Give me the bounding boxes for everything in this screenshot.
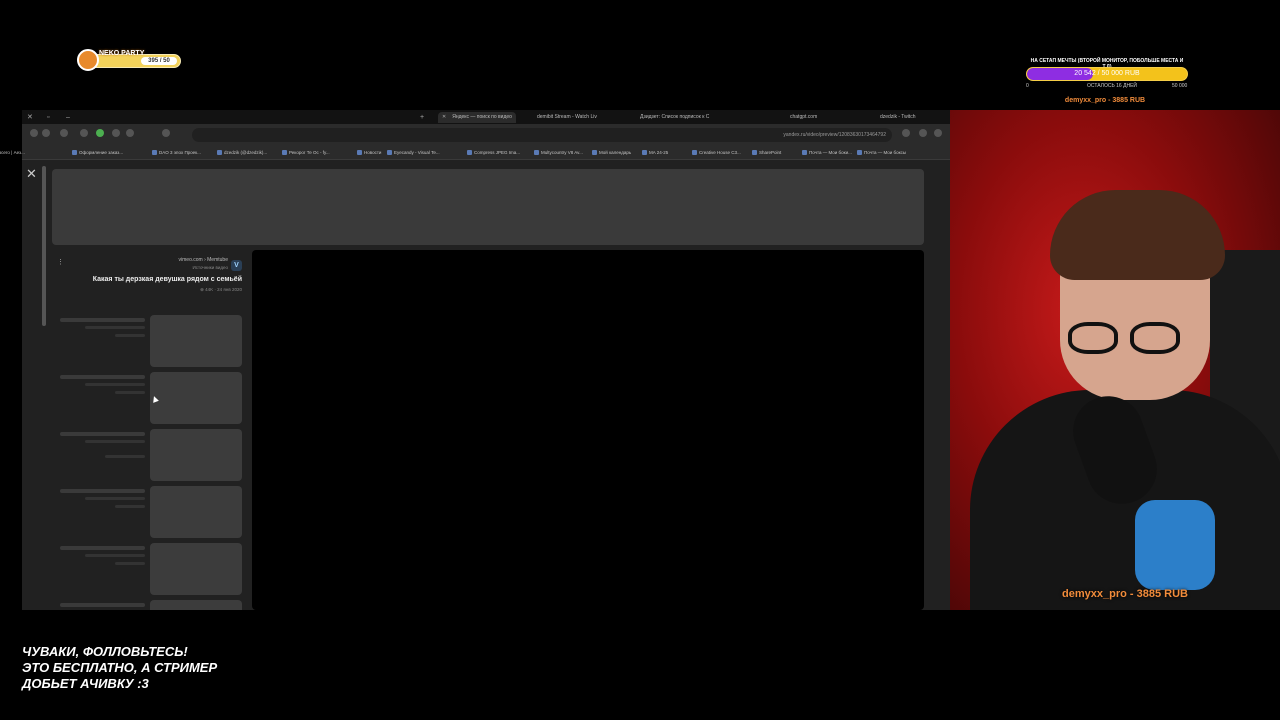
tab-stream[interactable]: demibit Stream - Watch Liv — [537, 112, 597, 123]
url-text: yandex.ru/video/preview/1208363017346479… — [783, 132, 886, 138]
tab-chatgpt[interactable]: chatgpt.com — [790, 112, 817, 123]
bookmarks-bar: Почта — Мои боксы Почта — Мои боки... Shar… — [0, 146, 950, 160]
related-thumbnail[interactable] — [150, 543, 242, 595]
bookmark-item[interactable]: Compress JPEG Ima... — [467, 146, 520, 159]
related-video[interactable] — [60, 429, 242, 481]
profile-icon[interactable] — [42, 129, 50, 137]
bookmark-item[interactable]: MA 24-25 — [642, 146, 668, 159]
webcam-feed — [950, 110, 1280, 610]
related-thumbnail[interactable] — [150, 600, 242, 610]
video-player[interactable] — [252, 250, 924, 610]
goal-remaining: ОСТАЛОСЬ 16 ДНЕЙ — [1087, 83, 1137, 89]
top-donor-label: demyxx_pro - 3885 RUB — [1064, 97, 1146, 104]
goal-progress-text: 20 542 / 50 000 RUB — [1074, 70, 1140, 77]
bookmark-item[interactable]: Рекорог Те Ос - fy... — [282, 146, 330, 159]
address-field[interactable]: yandex.ru/video/preview/1208363017346479… — [192, 128, 892, 142]
extension-icon[interactable] — [60, 129, 68, 137]
video-preview-page: ✕ ⋮ vimeo.com › Memtube Источники видео … — [22, 160, 950, 610]
reload-icon[interactable] — [902, 129, 910, 137]
bookmark-item[interactable]: Creative House C3... — [692, 146, 741, 159]
related-thumbnail[interactable] — [150, 372, 242, 424]
tab-yandex-video[interactable]: ✕ Яндекс — поиск по видео — [438, 112, 516, 123]
video-title[interactable]: Какая ты дерзкая девушка рядом с семьёй — [93, 276, 242, 283]
follow-line: ЭТО БЕСПЛАТНО, А СТРИМЕР — [22, 660, 218, 675]
scrollbar[interactable] — [42, 166, 46, 326]
level-widget-value: 395 / 50 — [141, 57, 177, 65]
close-preview-icon[interactable]: ✕ — [26, 166, 37, 182]
vimeo-icon: V — [231, 260, 242, 271]
follow-message: ЧУВАКИ, ФОЛЛОВЬТЕСЬ! ЭТО БЕСПЛАТНО, А СТ… — [22, 644, 217, 692]
maximize-icon[interactable]: ▫ — [47, 112, 49, 123]
video-source-sub: Источники видео — [192, 265, 228, 270]
level-widget-name: NEKO PARTY — [99, 50, 145, 57]
bookmark-item[interactable]: DAO 3 эпох Проек... — [152, 146, 201, 159]
follow-line: ЧУВАКИ, ФОЛЛОВЬТЕСЬ! — [22, 644, 188, 659]
related-thumbnail[interactable] — [150, 486, 242, 538]
related-thumbnail[interactable] — [150, 315, 242, 367]
tab-close-icon[interactable]: ✕ — [442, 114, 446, 120]
bookmark-item[interactable]: корзина всего | Аез... — [0, 146, 25, 159]
close-window-icon[interactable]: ✕ — [27, 112, 33, 123]
follow-line: ДОБЬЕТ АЧИВКУ :3 — [22, 676, 149, 691]
address-bar-row: yandex.ru/video/preview/1208363017346479… — [22, 124, 950, 146]
related-thumbnail[interactable] — [150, 429, 242, 481]
goal-min: 0 — [1026, 83, 1029, 89]
download-icon[interactable] — [80, 129, 88, 137]
related-video[interactable] — [60, 543, 242, 595]
bookmark-item[interactable]: Multycountry V8 Av... — [534, 146, 583, 159]
video-meta: ⊕ 44K · 24 янв 2020 — [200, 287, 242, 292]
shield-icon[interactable] — [96, 129, 104, 137]
related-video[interactable] — [60, 600, 242, 610]
cat-avatar-icon — [77, 49, 99, 71]
tab-bar: ✕ ▫ – + ✕ Яндекс — поиск по видео demibit… — [22, 110, 950, 124]
tab-subscriptions[interactable]: Дзидзет: Список подписок к С — [640, 112, 709, 123]
glasses-icon — [1068, 322, 1198, 354]
ad-banner — [52, 169, 924, 245]
bookmark-item[interactable]: Оформление заказ... — [72, 146, 123, 159]
minimize-icon[interactable]: – — [66, 112, 70, 123]
bookmark-item[interactable]: Eyecandy - Visual Te... — [387, 146, 440, 159]
video-source[interactable]: vimeo.com › Memtube — [179, 257, 228, 263]
bookmark-item[interactable]: Мой календарь — [592, 146, 631, 159]
star-icon[interactable] — [126, 129, 134, 137]
bookmark-item[interactable]: SharePoint — [752, 146, 781, 159]
goal-progress-bar: 20 542 / 50 000 RUB — [1026, 67, 1188, 81]
goal-max: 50 000 — [1172, 83, 1188, 89]
bookmark-star-icon[interactable] — [162, 129, 170, 137]
bookmark-item[interactable]: dzedzik (@dzedzik)... — [217, 146, 267, 159]
bookmark-item[interactable]: Почта — Мои боксы — [857, 146, 906, 159]
back-icon[interactable] — [934, 129, 942, 137]
puzzle-icon[interactable] — [112, 129, 120, 137]
related-video[interactable] — [60, 486, 242, 538]
bookmark-item[interactable]: Почта — Мои боки... — [802, 146, 852, 159]
menu-icon[interactable] — [30, 129, 38, 137]
tab-twitch[interactable]: dzedzik - Twitch — [880, 112, 915, 123]
bookmark-item[interactable]: Новости — [357, 146, 381, 159]
new-tab-icon[interactable]: + — [420, 112, 424, 123]
level-widget: NEKO PARTY 395 / 50 — [77, 49, 181, 71]
streamer-hair — [1050, 190, 1225, 280]
browser-window: ✕ ▫ – + ✕ Яндекс — поиск по видео demibit… — [0, 110, 950, 610]
related-video[interactable] — [60, 315, 242, 367]
donor-alert: demyxx_pro - 3885 RUB — [1062, 588, 1188, 600]
forward-icon[interactable] — [919, 129, 927, 137]
more-options-icon[interactable]: ⋮ — [57, 258, 64, 266]
